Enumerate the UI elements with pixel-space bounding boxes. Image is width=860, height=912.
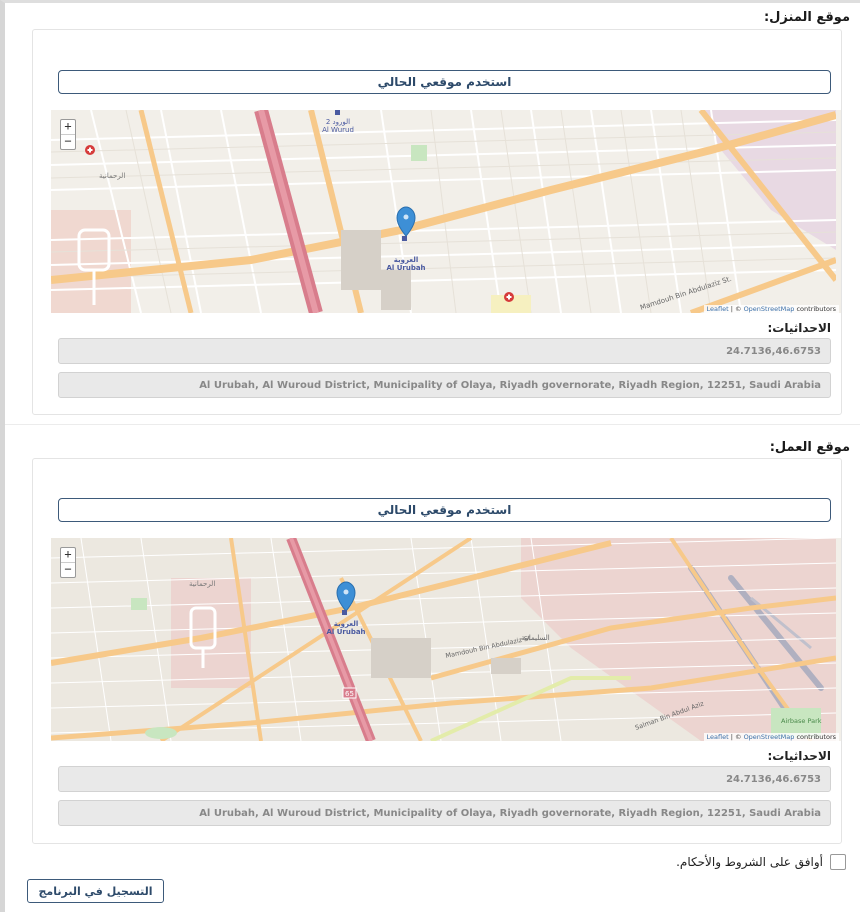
home-address-field: Al Urubah, Al Wuroud District, Municipal… (58, 372, 831, 398)
terms-checkbox[interactable] (830, 854, 846, 870)
work-map-marker-label-ar: العروبة (334, 620, 359, 628)
home-coords-field: 24.7136,46.6753 (58, 338, 831, 364)
work-map-park-label: Airbase Park (781, 717, 822, 725)
terms-label: أوافق على الشروط والأحكام. (676, 855, 823, 869)
register-button[interactable]: التسجيل في البرنامج (27, 879, 164, 903)
registration-page: موقع المنزل: استخدم موقعي الحالي العروبة… (0, 0, 860, 912)
home-location-title: موقع المنزل: (763, 10, 850, 25)
home-map-marker-label-ar: العروبة (394, 256, 419, 264)
home-use-current-location-button[interactable]: استخدم موقعي الحالي (58, 70, 831, 94)
work-map-district-label: الرحمانية (189, 580, 215, 588)
work-location-panel: استخدم موقعي الحالي 65 العروبة Al Urubah… (32, 458, 842, 844)
work-map[interactable]: 65 العروبة Al Urubah الرحمانية السليماني… (51, 538, 841, 741)
work-map-leaflet-link[interactable]: Leaflet (707, 733, 729, 741)
home-map-place-label-ar: الورود 2 (326, 118, 350, 126)
home-map-zoom-control: + − (60, 119, 76, 150)
work-map-attribution: Leaflet | © OpenStreetMap contributors (703, 733, 839, 741)
work-map-zoom-in-button[interactable]: + (61, 548, 75, 562)
work-coords-field: 24.7136,46.6753 (58, 766, 831, 792)
home-location-panel: استخدم موقعي الحالي العروبة Al Urubah ال… (32, 29, 842, 415)
home-map-district-label: الرحمانية (99, 172, 125, 180)
home-map-zoom-in-button[interactable]: + (61, 120, 75, 134)
work-map-zoom-control: + − (60, 547, 76, 578)
work-map-osm-link[interactable]: OpenStreetMap (744, 733, 795, 741)
home-coords-label: الاحداثيات: (767, 321, 831, 335)
work-map-zoom-out-button[interactable]: − (61, 562, 75, 577)
home-map[interactable]: العروبة Al Urubah الورود 2 Al Wurud الرح… (51, 110, 841, 313)
work-map-tiles: 65 العروبة Al Urubah الرحمانية السليماني… (51, 538, 836, 741)
section-divider (5, 424, 860, 425)
home-map-attribution: Leaflet | © OpenStreetMap contributors (703, 305, 839, 313)
work-use-current-location-button[interactable]: استخدم موقعي الحالي (58, 498, 831, 522)
home-map-tiles: العروبة Al Urubah الورود 2 Al Wurud الرح… (51, 110, 836, 313)
terms-agreement: أوافق على الشروط والأحكام. (676, 854, 846, 870)
work-map-marker-label-en: Al Urubah (326, 628, 365, 636)
work-address-field: Al Urubah, Al Wuroud District, Municipal… (58, 800, 831, 826)
work-location-title: موقع العمل: (769, 440, 850, 455)
home-map-osm-link[interactable]: OpenStreetMap (744, 305, 795, 313)
work-coords-label: الاحداثيات: (767, 749, 831, 763)
work-map-road-number: 65 (345, 690, 354, 698)
home-map-marker-label-en: Al Urubah (386, 264, 425, 272)
home-map-zoom-out-button[interactable]: − (61, 134, 75, 149)
home-map-leaflet-link[interactable]: Leaflet (707, 305, 729, 313)
home-map-place-label-en: Al Wurud (322, 126, 354, 134)
